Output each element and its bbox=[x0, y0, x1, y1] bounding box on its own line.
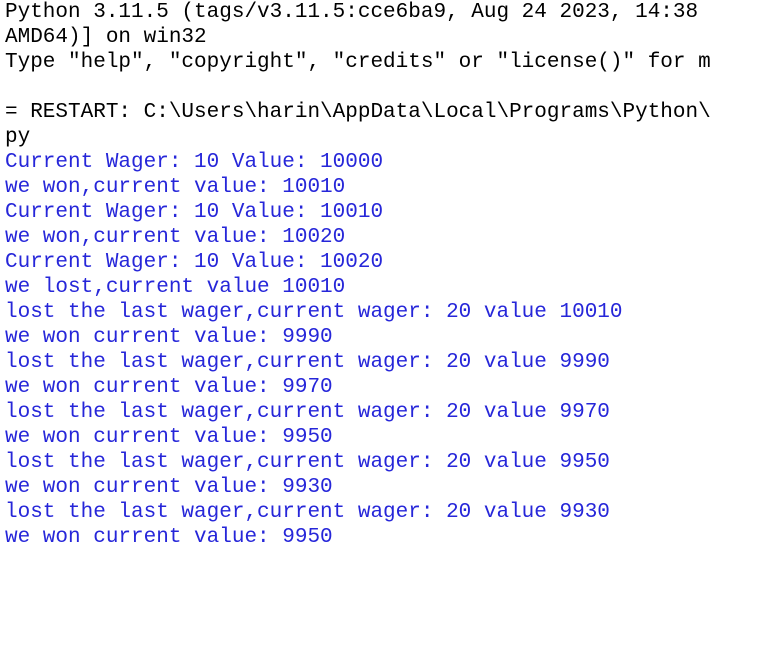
output-line: Current Wager: 10 Value: 10010 bbox=[5, 201, 384, 224]
shell-header-line: AMD64)] on win32 bbox=[5, 26, 207, 49]
restart-line: = RESTART: C:\Users\harin\AppData\Local\… bbox=[5, 101, 711, 124]
output-line: lost the last wager,current wager: 20 va… bbox=[5, 501, 610, 524]
output-line: we won current value: 9990 bbox=[5, 326, 333, 349]
output-line: we won current value: 9930 bbox=[5, 476, 333, 499]
output-line: we won current value: 9950 bbox=[5, 526, 333, 549]
output-line: lost the last wager,current wager: 20 va… bbox=[5, 301, 623, 324]
restart-line: py bbox=[5, 126, 31, 149]
shell-header-line: Python 3.11.5 (tags/v3.11.5:cce6ba9, Aug… bbox=[5, 1, 699, 24]
output-line: lost the last wager,current wager: 20 va… bbox=[5, 351, 610, 374]
python-shell-window[interactable]: Python 3.11.5 (tags/v3.11.5:cce6ba9, Aug… bbox=[0, 0, 777, 656]
output-line: lost the last wager,current wager: 20 va… bbox=[5, 401, 610, 424]
shell-header-line: Type "help", "copyright", "credits" or "… bbox=[5, 51, 711, 74]
output-line: we won,current value: 10010 bbox=[5, 176, 346, 199]
output-line: we lost,current value 10010 bbox=[5, 276, 346, 299]
output-line: we won current value: 9950 bbox=[5, 426, 333, 449]
output-line: we won current value: 9970 bbox=[5, 376, 333, 399]
output-line: Current Wager: 10 Value: 10000 bbox=[5, 151, 384, 174]
output-line: lost the last wager,current wager: 20 va… bbox=[5, 451, 610, 474]
output-line: Current Wager: 10 Value: 10020 bbox=[5, 251, 384, 274]
output-line: we won,current value: 10020 bbox=[5, 226, 346, 249]
